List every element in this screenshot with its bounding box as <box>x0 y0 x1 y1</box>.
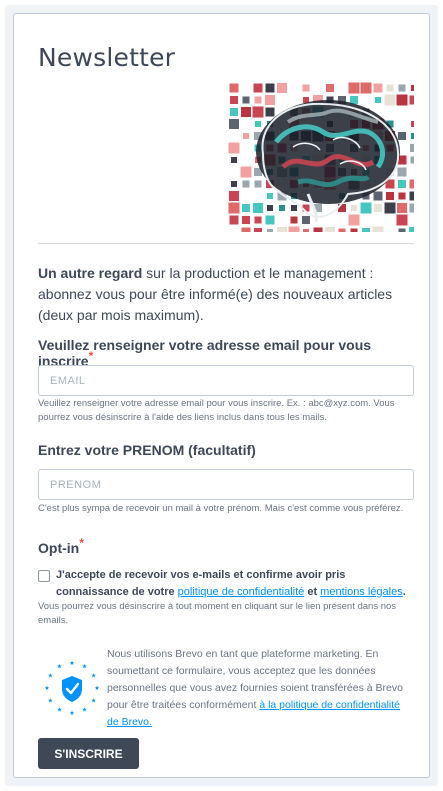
page-title: Newsletter <box>38 43 176 72</box>
intro-highlight: Un autre regard <box>38 265 143 281</box>
prenom-help-text: C'est plus sympa de recevoir un mail à v… <box>38 503 404 514</box>
form-background: Newsletter Un autre regard sur la produc… <box>5 5 438 786</box>
prenom-label: Entrez votre PRENOM (facultatif) <box>38 442 256 458</box>
shield-check-icon <box>44 660 100 715</box>
optin-help-text: Vous pourrez vous désinscrire à tout mom… <box>38 601 397 626</box>
optin-label-text: Opt-in <box>38 540 80 556</box>
intro-paragraph: Un autre regard sur la production et le … <box>38 263 418 326</box>
newsletter-panel: Newsletter Un autre regard sur la produc… <box>13 13 430 778</box>
required-asterisk: * <box>88 349 94 363</box>
optin-label: Opt-in* <box>38 536 84 556</box>
optin-text-end: . <box>402 586 406 598</box>
brain-mosaic-illustration <box>228 82 414 232</box>
legal-notice-link[interactable]: mentions légales <box>320 586 403 598</box>
optin-text-middle: et <box>304 586 321 598</box>
section-divider <box>38 243 414 244</box>
email-help-text: Veuillez renseigner votre adresse email … <box>38 398 395 423</box>
prenom-input[interactable] <box>38 469 414 500</box>
optin-checkbox[interactable] <box>38 570 50 582</box>
privacy-policy-link[interactable]: politique de confidentialité <box>178 586 305 598</box>
email-input[interactable] <box>38 365 414 396</box>
subscribe-button[interactable]: S'INSCRIRE <box>38 738 139 769</box>
brevo-notice: Nous utilisons Brevo en tant que platefo… <box>107 646 407 731</box>
required-asterisk: * <box>79 536 84 550</box>
optin-text: J'accepte de recevoir vos e-mails et con… <box>56 567 412 601</box>
